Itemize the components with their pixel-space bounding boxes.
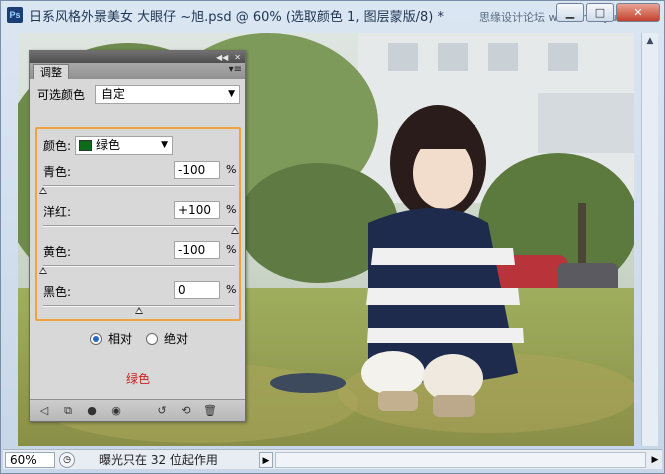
window-controls: ▁ □ ✕ bbox=[556, 3, 660, 22]
black-percent: % bbox=[226, 283, 237, 296]
status-menu-arrow-icon[interactable]: ▶ bbox=[259, 451, 273, 468]
panel-menu-icon[interactable]: ▾≡ bbox=[229, 64, 242, 75]
reset-icon[interactable]: ⟲ bbox=[178, 404, 194, 418]
scroll-up-icon[interactable]: ▲ bbox=[642, 33, 658, 50]
status-message: 曝光只在 32 位起作用 bbox=[99, 453, 218, 467]
magenta-slider-thumb[interactable] bbox=[231, 227, 239, 234]
magenta-label: 洋红: bbox=[43, 205, 72, 219]
photoshop-app-icon: Ps bbox=[7, 7, 23, 23]
cyan-percent: % bbox=[226, 163, 237, 176]
relative-radio[interactable] bbox=[90, 332, 102, 345]
preset-row: 可选颜色 自定 ▼ bbox=[30, 85, 245, 104]
trash-icon[interactable]: 🗑 bbox=[202, 404, 218, 418]
panel-header[interactable]: ◀◀ ✕ bbox=[30, 51, 245, 63]
black-label: 黑色: bbox=[43, 285, 72, 299]
absolute-radio[interactable] bbox=[146, 332, 159, 345]
colors-label: 颜色: bbox=[43, 139, 72, 153]
absolute-label[interactable]: 绝对 bbox=[164, 330, 188, 347]
yellow-value-input[interactable]: -100 bbox=[174, 241, 220, 259]
selective-color-label: 可选颜色 bbox=[37, 88, 86, 102]
photoshop-window: Ps 日系风格外景美女 大眼仔 ~旭.psd @ 60% (选取颜色 1, 图层… bbox=[0, 0, 665, 474]
selective-color-controls: 颜色: 绿色 ▼ 青色: -100 % 洋红: +100 % 黄色: -100 … bbox=[35, 127, 241, 321]
magenta-value-input[interactable]: +100 bbox=[174, 201, 220, 219]
cyan-value-input[interactable]: -100 bbox=[174, 161, 220, 179]
vertical-scrollbar[interactable]: ▲ bbox=[641, 33, 658, 446]
yellow-percent: % bbox=[226, 243, 237, 256]
colors-row: 颜色: 绿色 ▼ bbox=[43, 136, 174, 155]
status-info-icon[interactable]: ◷ bbox=[59, 451, 75, 468]
chevron-down-icon: ▼ bbox=[228, 89, 235, 99]
maximize-icon: □ bbox=[594, 6, 606, 19]
chevron-down-icon: ▼ bbox=[161, 140, 169, 150]
colors-value: 绿色 bbox=[96, 138, 121, 152]
preset-value: 自定 bbox=[101, 87, 126, 101]
yellow-label: 黄色: bbox=[43, 245, 72, 259]
yellow-slider-thumb[interactable] bbox=[39, 267, 47, 274]
cyan-label: 青色: bbox=[43, 165, 72, 179]
black-value-input[interactable]: 0 bbox=[174, 281, 220, 299]
zoom-level-field[interactable]: 60% bbox=[5, 451, 55, 468]
black-slider-thumb[interactable] bbox=[135, 307, 143, 314]
minimize-icon: ▁ bbox=[565, 6, 575, 19]
magenta-percent: % bbox=[226, 203, 237, 216]
collapse-panel-icon[interactable]: ◀◀ bbox=[216, 53, 228, 62]
colors-dropdown[interactable]: 绿色 ▼ bbox=[75, 136, 174, 155]
yellow-slider-track[interactable] bbox=[43, 265, 235, 267]
panel-footer: ◁ ⧉ ● ◉ ↺ ⟲ 🗑 bbox=[30, 399, 245, 421]
panel-tab-bar: 调整 ▾≡ bbox=[30, 63, 245, 79]
document-title: 日系风格外景美女 大眼仔 ~旭.psd @ 60% (选取颜色 1, 图层蒙版/… bbox=[29, 9, 444, 25]
annotation-note: 绿色 bbox=[126, 372, 151, 386]
method-radio-group: 相对 绝对 bbox=[90, 330, 188, 347]
visibility-eye-icon[interactable]: ◉ bbox=[108, 404, 124, 418]
close-button[interactable]: ✕ bbox=[616, 3, 660, 22]
green-swatch bbox=[79, 140, 93, 151]
close-panel-icon[interactable]: ✕ bbox=[234, 53, 241, 62]
view-previous-icon[interactable]: ↺ bbox=[154, 404, 170, 418]
relative-label[interactable]: 相对 bbox=[108, 330, 132, 347]
cyan-slider-track[interactable] bbox=[43, 185, 235, 187]
magenta-slider-track[interactable] bbox=[43, 225, 235, 227]
expand-view-icon[interactable]: ⧉ bbox=[60, 404, 76, 418]
cyan-slider-thumb[interactable] bbox=[39, 187, 47, 194]
maximize-button[interactable]: □ bbox=[586, 3, 614, 22]
adjustments-panel: ◀◀ ✕ 调整 ▾≡ 可选颜色 自定 ▼ 颜色: 绿色 ▼ 青色: -100 %… bbox=[29, 50, 246, 422]
minimize-button[interactable]: ▁ bbox=[556, 3, 584, 22]
scroll-right-icon[interactable]: ▶ bbox=[648, 452, 662, 468]
status-bar: 60% ◷ 曝光只在 32 位起作用 ▶ ▶ bbox=[3, 449, 662, 469]
tab-adjustments[interactable]: 调整 bbox=[33, 64, 69, 79]
clip-layer-icon[interactable]: ● bbox=[84, 404, 100, 418]
close-icon: ✕ bbox=[633, 6, 643, 19]
return-arrow-icon[interactable]: ◁ bbox=[36, 404, 52, 418]
preset-dropdown[interactable]: 自定 ▼ bbox=[95, 85, 240, 104]
horizontal-scrollbar[interactable] bbox=[275, 451, 646, 468]
